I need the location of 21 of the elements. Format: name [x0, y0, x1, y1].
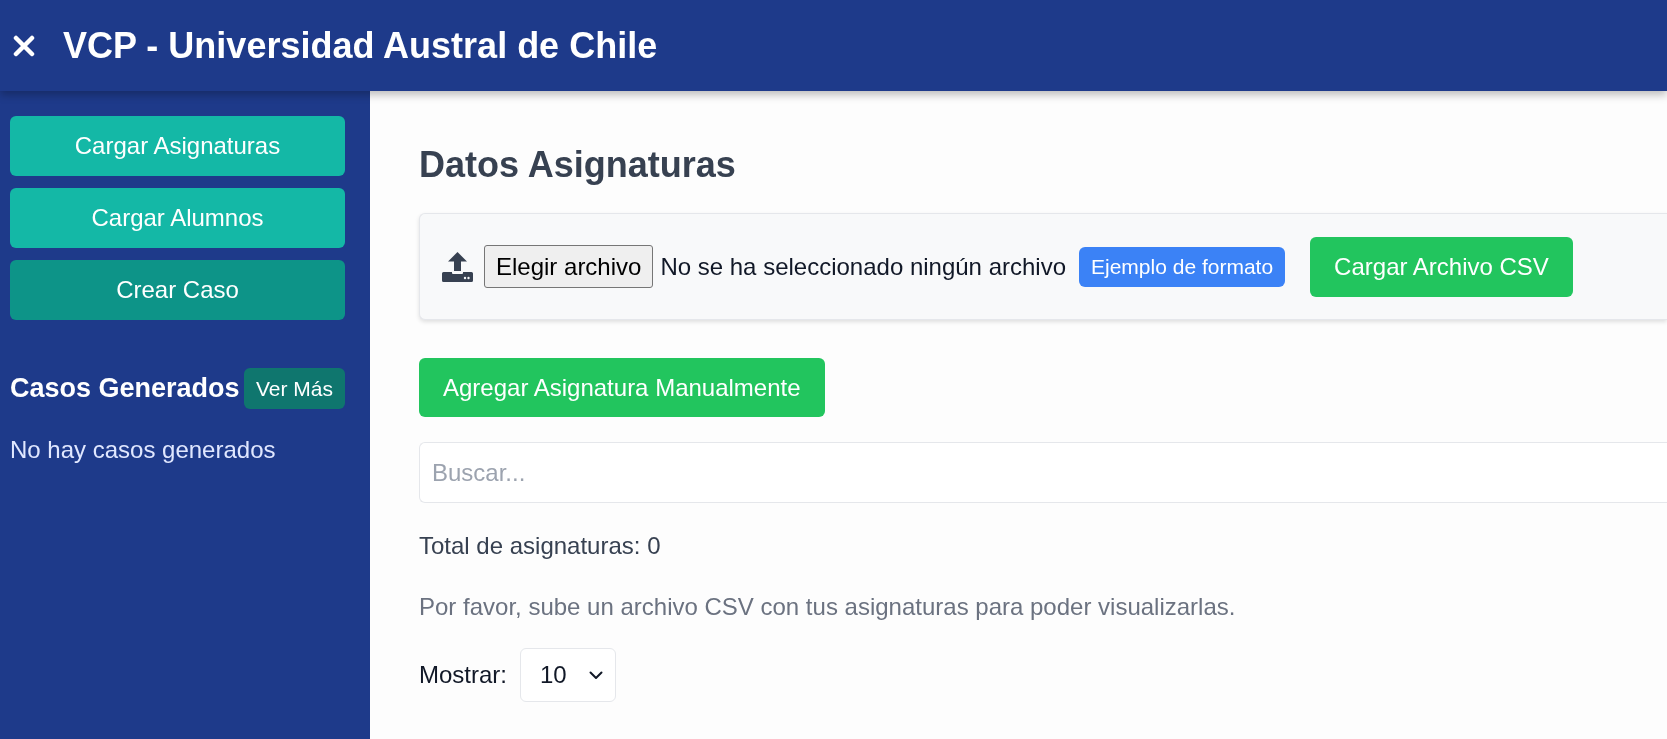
page-size-select[interactable]: 10 [520, 648, 616, 702]
cases-heading: Casos Generados [10, 375, 240, 402]
upload-csv-button[interactable]: Cargar Archivo CSV [1310, 236, 1573, 297]
upload-icon [442, 251, 473, 282]
add-subject-button[interactable]: Agregar Asignatura Manualmente [419, 358, 825, 417]
chevron-down-icon [589, 670, 603, 680]
total-count-text: Total de asignaturas: 0 [419, 532, 662, 560]
sidebar-button[interactable]: Crear Caso [10, 260, 345, 320]
page-title: Datos Asignaturas [419, 145, 737, 185]
app-title: VCP - Universidad Austral de Chile [63, 27, 658, 64]
upload-hint-text: Por favor, sube un archivo CSV con tus asignaturas para poder visualizarlas. [419, 593, 1237, 621]
show-label: Mostrar: [419, 660, 507, 690]
see-more-button[interactable]: Ver Más [243, 368, 345, 409]
search-field[interactable]: Buscar... [419, 442, 1667, 503]
sidebar-button[interactable]: Cargar Asignaturas [10, 116, 345, 176]
sidebar-button[interactable]: Cargar Alumnos [10, 188, 345, 248]
choose-file-button[interactable]: Elegir archivo [484, 245, 654, 288]
close-icon[interactable] [13, 34, 35, 57]
file-status-text: No se ha seleccionado ningún archivo [660, 251, 1066, 282]
format-example-button[interactable]: Ejemplo de formato [1079, 246, 1286, 287]
empty-cases-text: No hay casos generados [10, 438, 277, 462]
